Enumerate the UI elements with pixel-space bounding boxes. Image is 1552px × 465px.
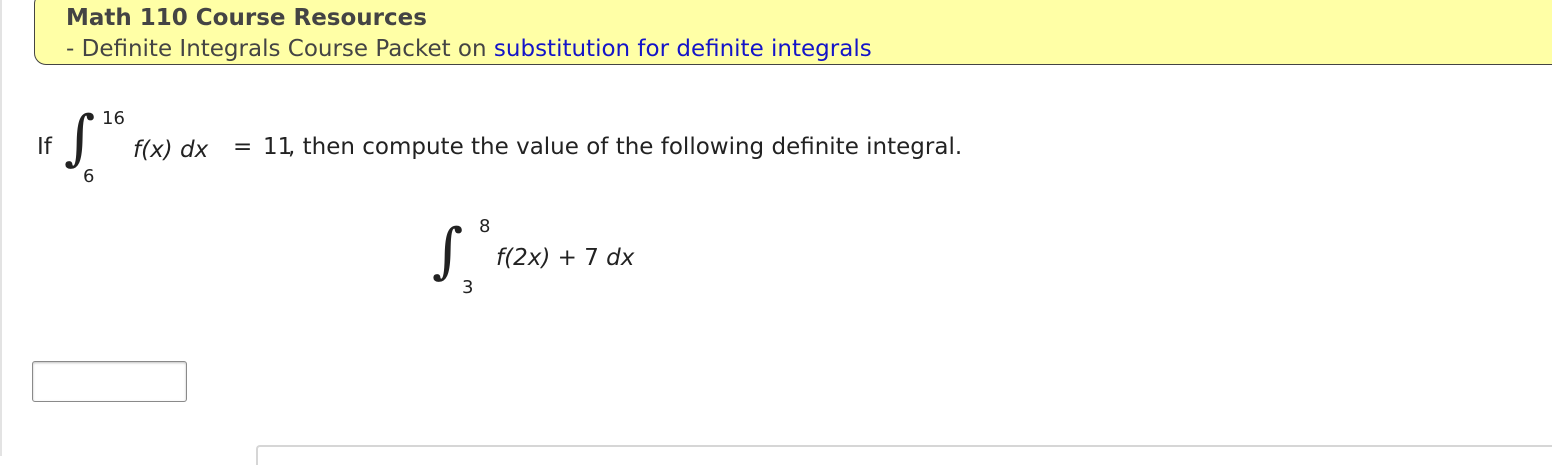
problem-statement: , then compute the value of the followin… — [288, 134, 963, 160]
given-upper-limit: 16 — [102, 108, 125, 129]
course-packet-prefix: - Definite Integrals Course Packet on — [66, 36, 494, 62]
answer-input[interactable] — [32, 361, 187, 402]
course-resources-line: - Definite Integrals Course Packet on su… — [66, 36, 872, 62]
equals-sign: = — [233, 134, 253, 160]
target-constant: 7 — [584, 245, 599, 271]
target-integrand: f(2x) + 7 dx — [496, 247, 634, 270]
given-lower-limit: 6 — [83, 166, 95, 187]
integral-sign-icon: ∫ — [64, 103, 96, 173]
course-resources-title: Math 110 Course Resources — [66, 5, 427, 31]
substitution-link[interactable]: substitution for definite integrals — [494, 36, 872, 62]
plus-sign: + — [557, 245, 577, 271]
if-word: If — [37, 134, 52, 160]
target-func: f(2x) — [496, 245, 551, 271]
target-integral-sign-icon: ∫ — [432, 216, 464, 286]
given-integrand: f(x) dx — [133, 137, 209, 163]
target-upper-limit: 8 — [479, 216, 491, 237]
target-dx: dx — [606, 245, 635, 271]
bottom-panel — [256, 445, 1552, 465]
target-lower-limit: 3 — [462, 277, 474, 298]
left-border — [0, 0, 2, 456]
